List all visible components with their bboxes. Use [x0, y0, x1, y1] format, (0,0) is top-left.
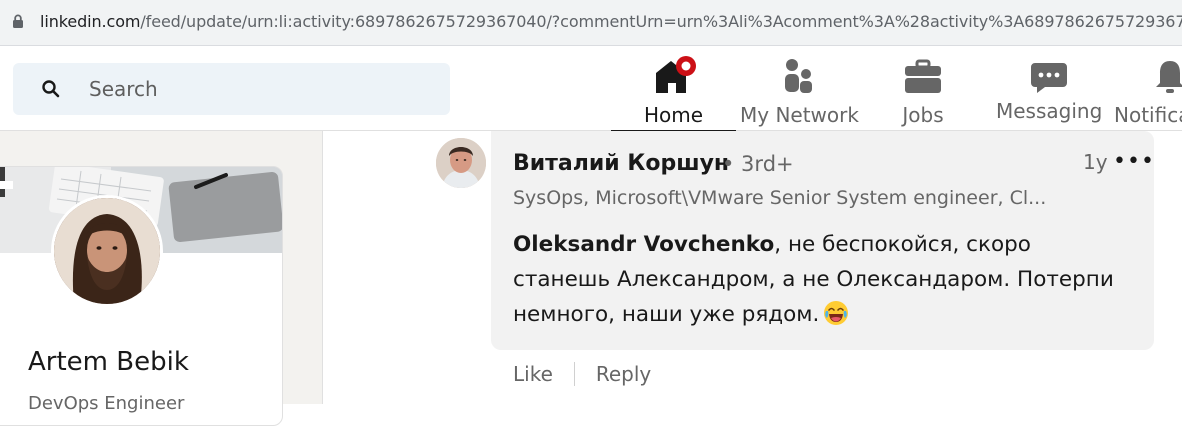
comment-author[interactable]: Виталий Коршун: [513, 151, 729, 176]
address-text[interactable]: linkedin.com/feed/update/urn:li:activity…: [40, 12, 1182, 31]
briefcase-icon: [905, 59, 941, 93]
laughing-emoji-icon: [824, 301, 849, 325]
comment-text: Oleksandr Vovchenko, не беспокойся, скор…: [513, 227, 1133, 332]
nav-my-network-label: My Network: [740, 103, 859, 127]
nav-jobs[interactable]: Jobs: [873, 53, 973, 129]
messaging-icon: [1031, 63, 1067, 93]
search-input[interactable]: Search: [13, 63, 450, 115]
search-placeholder: Search: [89, 77, 158, 101]
browser-url-bar[interactable]: linkedin.com/feed/update/urn:li:activity…: [0, 0, 1182, 46]
nav-home[interactable]: Home: [611, 53, 736, 133]
nav-messaging-label: Messaging: [996, 99, 1103, 123]
comment-bubble: Виталий Коршун • 3rd+ 1y ••• SysOps, Mic…: [491, 131, 1154, 350]
nav-home-label: Home: [643, 103, 704, 127]
network-icon: [785, 59, 812, 93]
commenter-avatar[interactable]: [436, 138, 486, 188]
profile-name[interactable]: Artem Bebik: [28, 347, 189, 377]
more-options-button[interactable]: •••: [1113, 149, 1155, 174]
left-sidebar: Artem Bebik DevOps Engineer: [0, 131, 323, 426]
lock-icon: [13, 14, 23, 28]
reply-button[interactable]: Reply: [596, 362, 651, 386]
nav-my-network[interactable]: My Network: [740, 53, 859, 129]
nav-messaging[interactable]: Messaging: [996, 53, 1102, 129]
mention-link[interactable]: Oleksandr Vovchenko: [513, 232, 774, 257]
nav-notifications[interactable]: Notifica: [1114, 53, 1182, 129]
search-icon: [42, 80, 60, 98]
nav-notifications-label: Notifica: [1114, 103, 1182, 127]
profile-avatar[interactable]: [51, 195, 163, 307]
comment-time: 1y: [1083, 150, 1108, 174]
comment-author-headline: SysOps, Microsoft\VMware Senior System e…: [513, 187, 1047, 209]
top-nav: Search Home My Network Jobs Messaging No…: [0, 47, 1182, 133]
like-button[interactable]: Like: [513, 362, 553, 386]
bell-icon: [1156, 61, 1182, 93]
home-icon: [655, 56, 696, 93]
nav-jobs-label: Jobs: [902, 103, 944, 127]
comment-actions: Like Reply: [513, 360, 651, 388]
action-divider: [573, 362, 575, 386]
profile-card[interactable]: Artem Bebik DevOps Engineer: [0, 166, 283, 426]
connection-degree: • 3rd+: [722, 152, 794, 176]
